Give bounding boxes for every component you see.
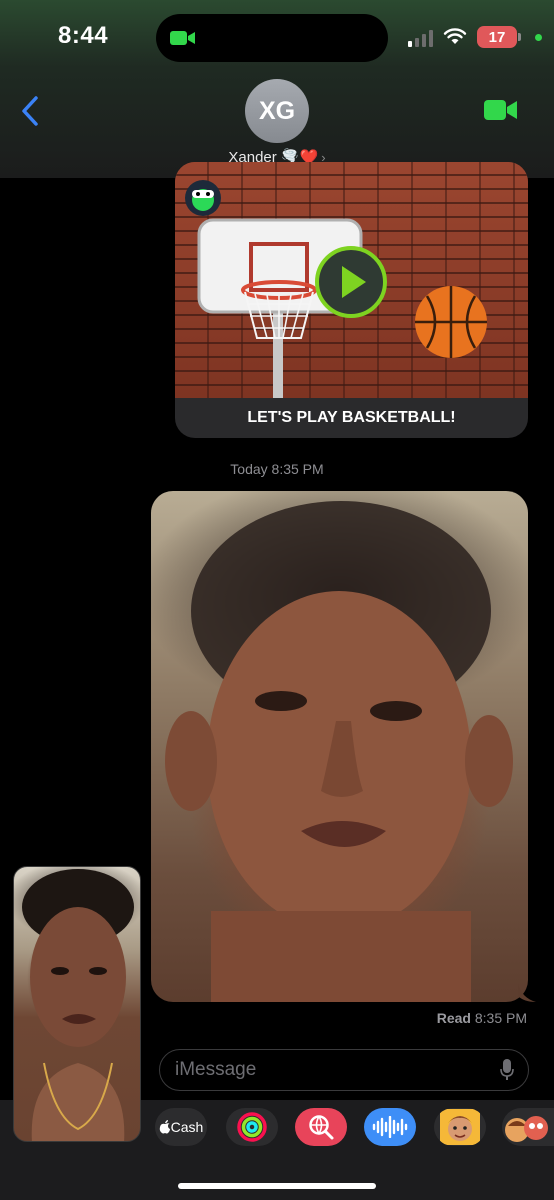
facetime-camera-icon [170, 31, 195, 45]
contact-avatar[interactable]: XG [245, 79, 309, 143]
facetime-caller-video [22, 869, 134, 1141]
conversation-header: 8:44 17 XG Xander 🌪️❤️ › [0, 0, 554, 178]
game-caption: LET'S PLAY BASKETBALL! [247, 409, 456, 426]
waveform-icon [372, 1116, 408, 1138]
facetime-pip-video[interactable] [13, 866, 141, 1142]
cellular-signal-icon [408, 27, 433, 47]
cash-label: Cash [170, 1119, 204, 1135]
microphone-icon[interactable] [500, 1059, 514, 1081]
apple-logo-icon [159, 1120, 170, 1134]
status-indicators: 17 [408, 24, 542, 50]
camera-in-use-dot [535, 33, 542, 41]
game-app-badge-icon [185, 180, 221, 216]
basketball-scene-icon [197, 218, 487, 398]
basketball-game-image [175, 162, 528, 398]
memoji-app-button[interactable] [434, 1108, 486, 1146]
back-chevron-icon[interactable] [18, 94, 42, 128]
read-label: Read [436, 1010, 471, 1026]
globe-search-icon [309, 1115, 334, 1140]
wifi-icon [443, 28, 467, 44]
message-timestamp: Today 8:35 PM [230, 461, 324, 477]
dynamic-island[interactable] [156, 14, 388, 62]
battery-icon: 17 [477, 26, 517, 48]
photo-message[interactable] [151, 491, 528, 1002]
child-portrait-photo [165, 501, 513, 1002]
apple-cash-button[interactable]: Cash [155, 1108, 207, 1146]
read-receipt: Read 8:35 PM [437, 1010, 527, 1026]
activity-rings-icon [237, 1112, 267, 1142]
status-time: 8:44 [58, 22, 109, 49]
game-invite-card[interactable]: LET'S PLAY BASKETBALL! [175, 162, 528, 438]
memoji-stickers-icon [505, 1116, 548, 1142]
audio-message-button[interactable] [364, 1108, 416, 1146]
image-search-app-button[interactable] [295, 1108, 347, 1146]
memoji-stickers-button[interactable] [502, 1108, 554, 1146]
memoji-icon [440, 1109, 480, 1145]
fitness-app-button[interactable] [226, 1108, 278, 1146]
imessage-input[interactable]: iMessage [159, 1049, 529, 1091]
read-time: 8:35 PM [474, 1010, 527, 1026]
imessage-placeholder: iMessage [175, 1059, 257, 1080]
home-indicator[interactable] [178, 1183, 376, 1189]
bubble-tail [518, 984, 536, 1002]
facetime-video-button[interactable] [484, 98, 518, 122]
